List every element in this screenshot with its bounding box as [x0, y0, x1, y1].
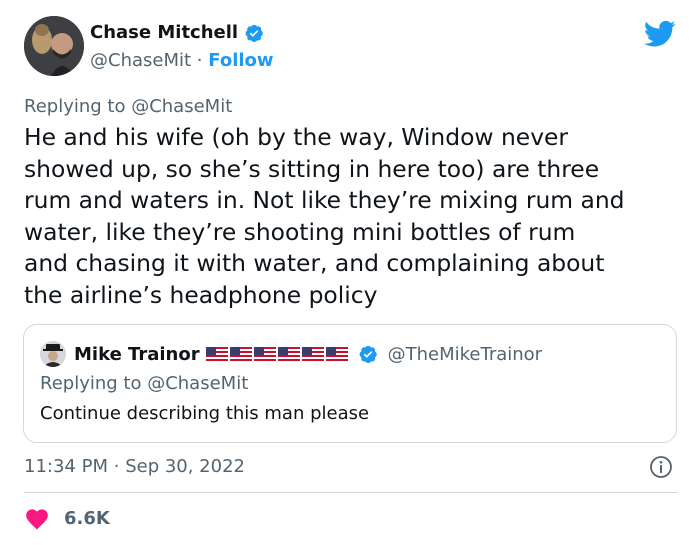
author-avatar[interactable] [24, 16, 84, 76]
quoted-replying-to: Replying to @ChaseMit [40, 373, 248, 394]
tweet-text: He and his wife (oh by the way, Window n… [24, 123, 625, 309]
timestamp-separator: · [113, 456, 120, 477]
tweet-timestamp[interactable]: 11:34 PM · Sep 30, 2022 [24, 456, 245, 477]
tweet-date: Sep 30, 2022 [125, 456, 245, 477]
handle-separator: · [196, 50, 203, 71]
author-name[interactable]: Chase Mitchell [90, 22, 238, 43]
author-handle[interactable]: @ChaseMit [90, 50, 191, 71]
quoted-tweet-text: Continue describing this man please [40, 403, 370, 424]
us-flag-icon [253, 346, 276, 362]
quoted-replying-mention: @ChaseMit [147, 373, 249, 394]
replying-mention[interactable]: @ChaseMit [131, 96, 232, 117]
replying-prefix: Replying to [24, 96, 132, 117]
verified-badge-icon [245, 24, 263, 42]
info-icon[interactable] [649, 455, 673, 479]
quoted-replying-prefix: Replying to [40, 373, 148, 394]
twitter-bird-icon[interactable] [644, 20, 676, 48]
tweet-time: 11:34 PM [24, 456, 108, 477]
like-bar: 6.6K [24, 506, 110, 530]
us-flag-icon [229, 346, 252, 362]
quoted-author-avatar [40, 341, 66, 367]
us-flag-icon [325, 346, 348, 362]
divider [24, 492, 678, 493]
follow-button[interactable]: Follow [208, 50, 273, 71]
quoted-author-name: Mike Trainor [74, 343, 200, 365]
us-flag-icon [277, 346, 300, 362]
replying-to: Replying to @ChaseMit [24, 96, 232, 117]
quoted-author-handle: @TheMikeTrainor [387, 343, 543, 365]
us-flag-icon [205, 346, 228, 362]
us-flag-icon [301, 346, 324, 362]
heart-icon[interactable] [24, 506, 50, 530]
flag-emoji-row [205, 346, 348, 362]
quoted-tweet[interactable]: Mike Trainor @TheMikeTrainor Replying to… [23, 324, 677, 443]
tweet-header: Chase Mitchell @ChaseMit · Follow [24, 16, 684, 80]
like-count[interactable]: 6.6K [64, 508, 110, 529]
verified-badge-icon [359, 345, 377, 363]
